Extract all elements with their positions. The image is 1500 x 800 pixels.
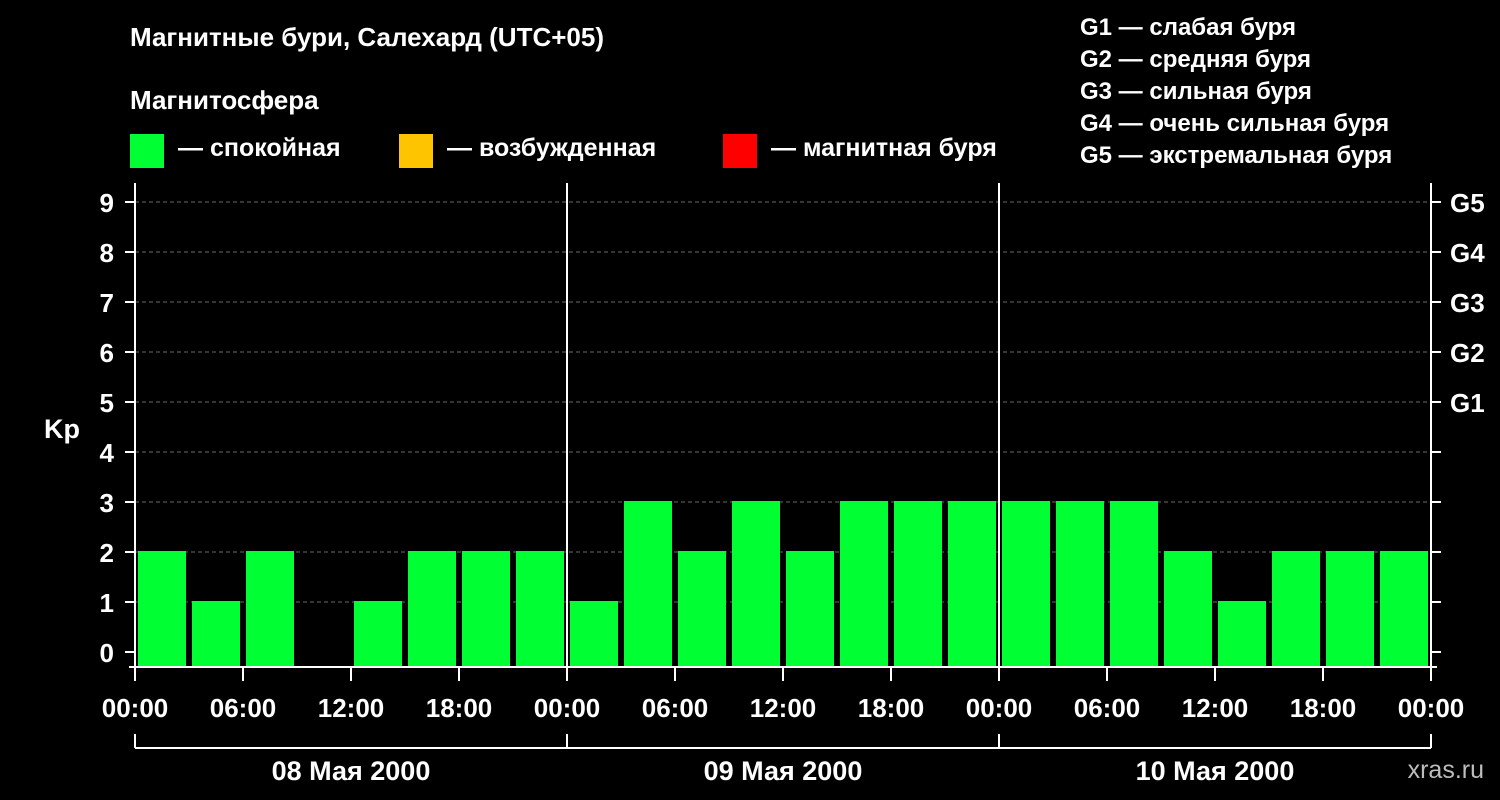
kp-bar [192,601,240,667]
kp-bar [948,501,996,667]
kp-bar [894,501,942,667]
x-tick-label: 00:00 [102,693,169,723]
y-tick-label: 1 [100,588,114,618]
kp-bar [516,551,564,667]
day-label: 10 Мая 2000 [1136,756,1295,786]
kp-bar [1110,501,1158,667]
g-level-label: G4 [1450,238,1485,268]
kp-bar [1218,601,1266,667]
g-level-label: G3 [1450,288,1485,318]
x-tick-label: 06:00 [1074,693,1141,723]
kp-bar [1056,501,1104,667]
y-axis-label: Kp [44,414,80,444]
x-tick-label: 12:00 [750,693,817,723]
watermark: xras.ru [1407,756,1484,784]
x-tick-label: 18:00 [1290,693,1357,723]
kp-bar [1164,551,1212,667]
kp-bar [138,551,186,667]
kp-bar [1326,551,1374,667]
kp-bar [1380,551,1428,667]
kp-bar [408,551,456,667]
x-tick-label: 00:00 [1398,693,1465,723]
x-tick-label: 12:00 [1182,693,1249,723]
y-tick-label: 3 [100,488,114,518]
kp-bar [246,551,294,667]
kp-bar [570,601,618,667]
kp-bar [354,601,402,667]
y-tick-label: 9 [100,188,114,218]
day-label: 09 Мая 2000 [704,756,863,786]
kp-bar [786,551,834,667]
y-tick-label: 5 [100,388,114,418]
y-tick-label: 0 [100,638,114,668]
kp-bar [1002,501,1050,667]
y-tick-label: 4 [100,438,115,468]
kp-bar [678,551,726,667]
g-level-label: G5 [1450,188,1485,218]
g-level-label: G2 [1450,338,1485,368]
x-tick-label: 00:00 [534,693,601,723]
kp-bar-chart: 0 1 2 3 4 5 6 7 8 9 G1 G2 G3 G4 G5 Kp 00:00 06:00 12:00 18:… [44,183,1485,786]
kp-bar [462,551,510,667]
y-tick-label: 6 [100,338,114,368]
x-tick-label: 06:00 [642,693,709,723]
x-tick-label: 18:00 [858,693,925,723]
g-level-label: G1 [1450,388,1485,418]
y-tick-label: 8 [100,238,114,268]
kp-bar [1272,551,1320,667]
y-tick-label: 7 [100,288,114,318]
kp-bar [840,501,888,667]
kp-bar [732,501,780,667]
y-tick-label: 2 [100,538,114,568]
kp-bar [624,501,672,667]
x-tick-label: 18:00 [426,693,493,723]
x-tick-label: 00:00 [966,693,1033,723]
day-label: 08 Мая 2000 [272,756,431,786]
x-tick-label: 06:00 [210,693,277,723]
x-tick-label: 12:00 [318,693,385,723]
